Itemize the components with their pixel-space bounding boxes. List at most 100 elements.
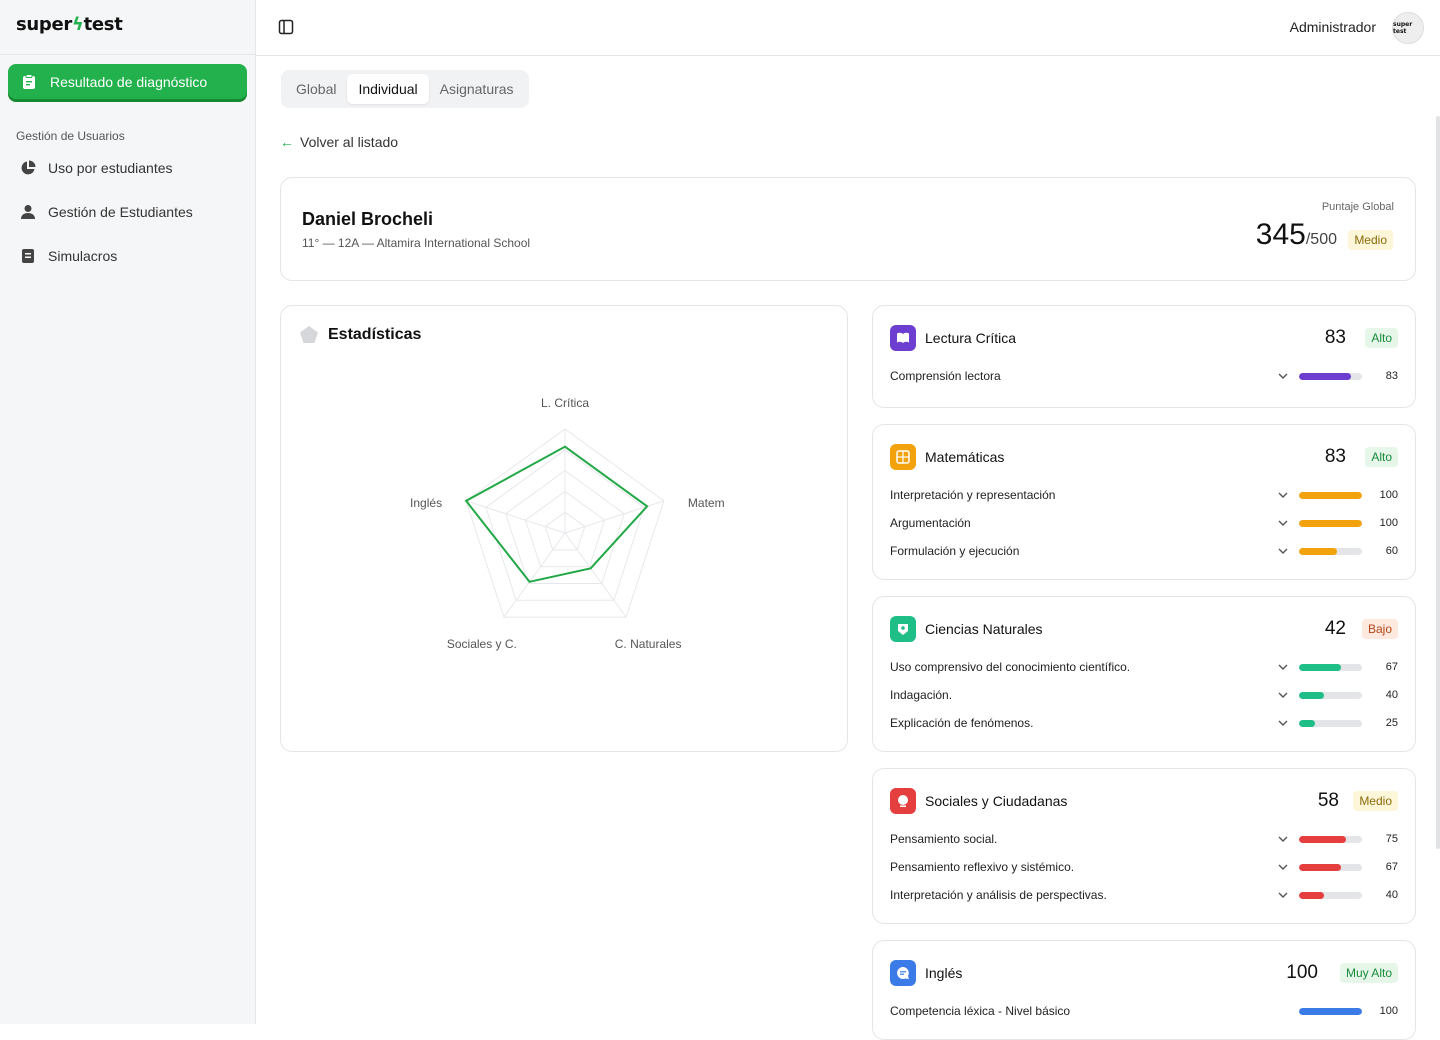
competency-value: 25 bbox=[1385, 717, 1398, 729]
competency-label: Argumentación bbox=[890, 516, 971, 530]
competency-value: 100 bbox=[1379, 517, 1398, 529]
competency-value: 100 bbox=[1379, 1005, 1398, 1017]
competency-label: Explicación de fenómenos. bbox=[890, 716, 1034, 730]
avatar[interactable]: super test bbox=[1392, 12, 1424, 44]
competency-row[interactable]: Pensamiento social. 75 bbox=[890, 829, 1398, 849]
sidebar-item-simulacros[interactable]: Simulacros bbox=[16, 244, 117, 268]
competency-label: Interpretación y análisis de perspectiva… bbox=[890, 888, 1107, 902]
radar-axis-label: Sociales y C. bbox=[447, 637, 517, 651]
radar-axis-line bbox=[564, 532, 627, 618]
global-score-label: Puntaje Global bbox=[1321, 201, 1394, 213]
subject-card: Inglés Muy Alto 100 Competencia léxica - Ni… bbox=[872, 940, 1416, 1040]
progress-fill bbox=[1299, 519, 1362, 527]
user-icon bbox=[21, 205, 35, 219]
tab-individual[interactable]: Individual bbox=[347, 74, 429, 104]
leaf-icon bbox=[890, 616, 916, 642]
chevron-down-icon[interactable] bbox=[1277, 689, 1289, 701]
competency-value: 67 bbox=[1385, 661, 1398, 673]
subject-score: 83 bbox=[1324, 446, 1346, 467]
sidebar-item-label: Gestión de Estudiantes bbox=[48, 204, 193, 220]
chat-icon bbox=[890, 960, 916, 986]
tab-asignaturas[interactable]: Asignaturas bbox=[429, 74, 525, 104]
progress-bar bbox=[1299, 372, 1362, 380]
student-name: Daniel Brocheli bbox=[302, 209, 434, 229]
sidebar: superϟtest Resultado de diagnóstico Gest… bbox=[0, 0, 256, 1024]
chevron-down-icon[interactable] bbox=[1277, 370, 1289, 382]
competency-value: 100 bbox=[1379, 489, 1398, 501]
progress-bar bbox=[1299, 519, 1362, 527]
stats-card: Estadísticas L. Crítica Matem C. Naturales… bbox=[280, 305, 848, 752]
back-link-label: Volver al listado bbox=[300, 134, 399, 150]
competency-row[interactable]: Competencia léxica - Nivel básico 100 bbox=[890, 1001, 1398, 1021]
progress-fill bbox=[1299, 835, 1347, 843]
global-score-max: /500 bbox=[1305, 231, 1337, 248]
competency-value: 83 bbox=[1385, 370, 1398, 382]
subject-score: 42 bbox=[1324, 618, 1346, 639]
radar-axis-label: Matem bbox=[688, 496, 725, 510]
progress-fill bbox=[1299, 719, 1315, 727]
level-badge: Medio bbox=[1348, 230, 1393, 250]
logo-text-right: test bbox=[83, 14, 123, 35]
chevron-down-icon[interactable] bbox=[1277, 661, 1289, 673]
progress-bar bbox=[1299, 891, 1362, 899]
subject-name: Sociales y Ciudadanas bbox=[925, 793, 1068, 809]
subject-card: Lectura Crítica Alto 83 Comprensión lectora… bbox=[872, 305, 1416, 408]
subject-header: Matemáticas bbox=[890, 444, 1004, 470]
competency-row[interactable]: Uso comprensivo del conocimiento científ… bbox=[890, 657, 1398, 677]
progress-fill bbox=[1299, 663, 1342, 671]
divider bbox=[0, 54, 256, 55]
chevron-down-icon[interactable] bbox=[1277, 489, 1289, 501]
progress-fill bbox=[1299, 891, 1325, 899]
competency-row[interactable]: Comprensión lectora 83 bbox=[890, 366, 1398, 386]
chevron-down-icon[interactable] bbox=[1277, 545, 1289, 557]
competency-value: 40 bbox=[1385, 689, 1398, 701]
competency-row[interactable]: Interpretación y representación 100 bbox=[890, 485, 1398, 505]
progress-fill bbox=[1299, 691, 1325, 699]
level-badge: Muy Alto bbox=[1339, 963, 1398, 983]
sidebar-item-label: Resultado de diagnóstico bbox=[50, 73, 208, 90]
subject-card: Ciencias Naturales Bajo 42 Uso comprensivo … bbox=[872, 596, 1416, 752]
level-badge: Alto bbox=[1365, 328, 1398, 348]
chevron-down-icon[interactable] bbox=[1277, 889, 1289, 901]
logo[interactable]: superϟtest bbox=[16, 14, 123, 35]
competency-row[interactable]: Pensamiento reflexivo y sistémico. 67 bbox=[890, 857, 1398, 877]
competency-row[interactable]: Interpretación y análisis de perspectiva… bbox=[890, 885, 1398, 905]
subject-score: 83 bbox=[1324, 327, 1346, 348]
sidebar-toggle-icon[interactable] bbox=[278, 19, 294, 35]
competency-label: Pensamiento reflexivo y sistémico. bbox=[890, 860, 1075, 874]
chevron-down-icon[interactable] bbox=[1277, 833, 1289, 845]
user-name[interactable]: Administrador bbox=[1290, 19, 1376, 35]
subject-header: Sociales y Ciudadanas bbox=[890, 788, 1067, 814]
progress-fill bbox=[1299, 547, 1337, 555]
scrollbar[interactable] bbox=[1436, 116, 1440, 849]
subject-name: Ciencias Naturales bbox=[925, 621, 1043, 637]
progress-bar bbox=[1299, 491, 1362, 499]
sidebar-item-resultado-diagnostico[interactable]: Resultado de diagnóstico bbox=[8, 64, 247, 99]
subject-header: Ciencias Naturales bbox=[890, 616, 1043, 642]
back-link[interactable]: ← Volver al listado bbox=[280, 134, 398, 150]
sidebar-section-title: Gestión de Usuarios bbox=[16, 129, 125, 143]
competency-row[interactable]: Explicación de fenómenos. 25 bbox=[890, 713, 1398, 733]
radar-series bbox=[464, 445, 649, 583]
competency-row[interactable]: Formulación y ejecución 60 bbox=[890, 541, 1398, 561]
radar-axis-label: C. Naturales bbox=[615, 637, 682, 651]
global-score: 345/500 bbox=[1256, 218, 1337, 252]
tab-global[interactable]: Global bbox=[285, 74, 347, 104]
book-icon bbox=[890, 325, 916, 351]
competency-value: 60 bbox=[1385, 545, 1398, 557]
chevron-down-icon[interactable] bbox=[1277, 517, 1289, 529]
level-badge: Alto bbox=[1365, 447, 1398, 467]
competency-label: Comprensión lectora bbox=[890, 369, 1001, 383]
sidebar-item-gestion-estudiantes[interactable]: Gestión de Estudiantes bbox=[16, 200, 193, 224]
chevron-down-icon[interactable] bbox=[1277, 717, 1289, 729]
competency-row[interactable]: Indagación. 40 bbox=[890, 685, 1398, 705]
progress-bar bbox=[1299, 691, 1362, 699]
sidebar-item-uso-estudiantes[interactable]: Uso por estudiantes bbox=[16, 156, 173, 180]
progress-bar bbox=[1299, 1007, 1362, 1015]
subject-header: Inglés bbox=[890, 960, 962, 986]
sidebar-item-label: Simulacros bbox=[48, 248, 118, 264]
progress-bar bbox=[1299, 863, 1362, 871]
competency-row[interactable]: Argumentación 100 bbox=[890, 513, 1398, 533]
progress-bar bbox=[1299, 547, 1362, 555]
chevron-down-icon[interactable] bbox=[1277, 861, 1289, 873]
